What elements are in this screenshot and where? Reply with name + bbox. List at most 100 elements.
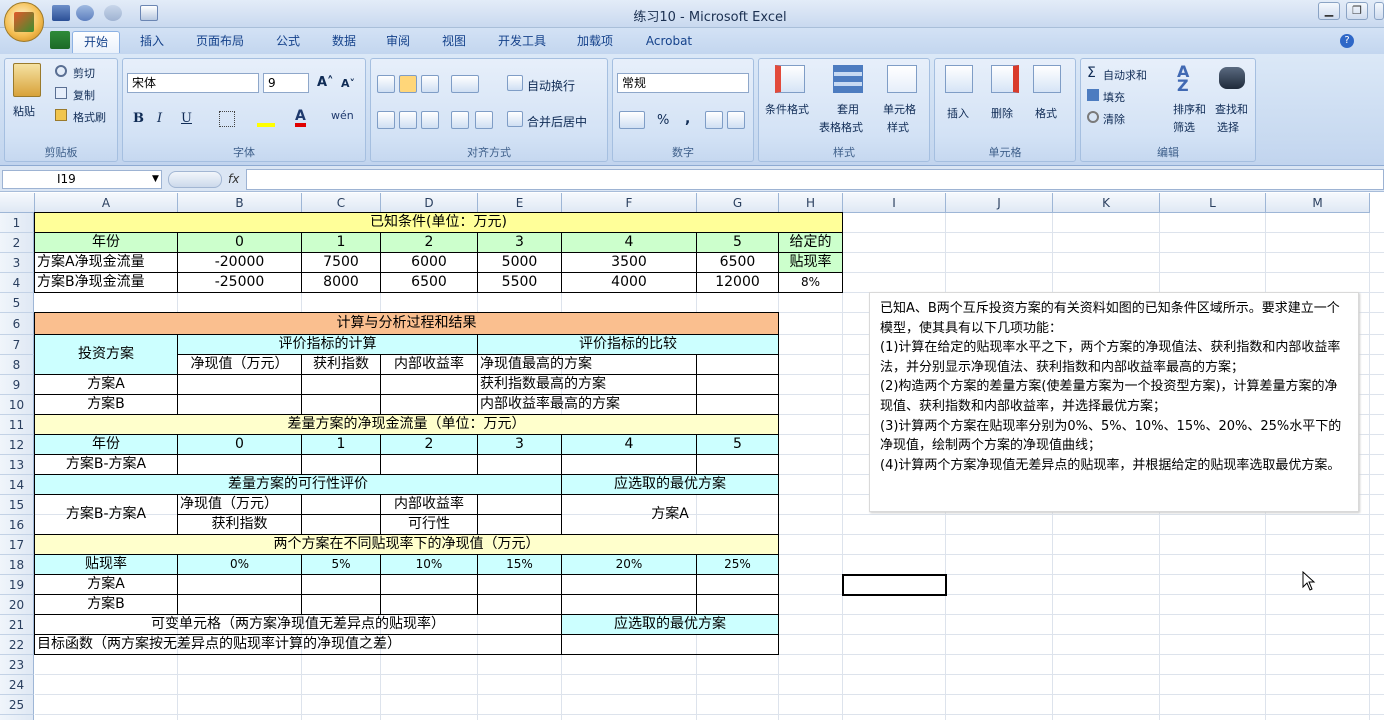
- differential-cashflow-title[interactable]: 差量方案的净现金流量（单位：万元）: [34, 414, 779, 435]
- print-preview-icon[interactable]: [140, 5, 158, 21]
- plan-b-cashflow-cell[interactable]: 8000: [301, 272, 381, 293]
- plan-a-cashflow-cell[interactable]: 6500: [696, 252, 779, 273]
- year-cell[interactable]: 4: [561, 232, 697, 253]
- year-label[interactable]: 年份: [34, 232, 178, 253]
- plan-a-cashflow-cell[interactable]: 6000: [380, 252, 478, 273]
- discount-rate-label[interactable]: 给定的: [778, 232, 843, 253]
- grow-font-icon[interactable]: A˄: [317, 75, 334, 90]
- npv-by-rate-title[interactable]: 两个方案在不同贴现率下的净现值（万元）: [34, 534, 779, 555]
- row-header[interactable]: 22: [0, 635, 34, 655]
- find-select-button[interactable]: 查找和: [1215, 101, 1248, 117]
- phonetic-icon[interactable]: wén: [331, 109, 354, 129]
- column-header[interactable]: C: [302, 193, 381, 213]
- orientation-icon[interactable]: [451, 75, 479, 93]
- row-header[interactable]: 17: [0, 535, 34, 555]
- decrease-decimal-icon[interactable]: [727, 111, 745, 129]
- sort-filter-button-2[interactable]: 筛选: [1173, 119, 1195, 135]
- delete-cells-button[interactable]: 删除: [991, 105, 1013, 121]
- insert-cells-button[interactable]: 插入: [947, 105, 969, 121]
- diff-cashflow-cell[interactable]: [477, 454, 562, 475]
- diff-npv-label[interactable]: 净现值（万元）: [177, 494, 302, 515]
- best-plan-header-2[interactable]: 应选取的最优方案: [561, 614, 779, 635]
- diff-plan-label-2[interactable]: 方案B-方案A: [34, 494, 178, 535]
- tab-review[interactable]: 审阅: [376, 31, 420, 53]
- shrink-font-icon[interactable]: A˅: [341, 77, 355, 90]
- format-as-table-button-2[interactable]: 表格格式: [819, 119, 863, 135]
- align-top-icon[interactable]: [377, 75, 395, 93]
- plan-b-cashflow-cell[interactable]: 4000: [561, 272, 697, 293]
- tab-home[interactable]: 开始: [72, 31, 120, 53]
- formula-bar-splitter[interactable]: [168, 171, 222, 188]
- tab-acrobat[interactable]: Acrobat: [636, 31, 702, 53]
- conditional-format-button[interactable]: 条件格式: [765, 101, 809, 117]
- best-pi-value[interactable]: [696, 374, 779, 395]
- diff-year-cell[interactable]: 1: [301, 434, 381, 455]
- font-color-icon[interactable]: A: [295, 109, 306, 127]
- formula-input[interactable]: [246, 169, 1384, 190]
- rate-plan-a-npv[interactable]: [380, 574, 478, 595]
- column-header[interactable]: A: [35, 193, 178, 213]
- clear-button[interactable]: 清除: [1103, 111, 1125, 127]
- row-header[interactable]: 23: [0, 655, 34, 675]
- row-header[interactable]: 6: [0, 313, 34, 335]
- row-header[interactable]: 9: [0, 375, 34, 395]
- rate-plan-b-label[interactable]: 方案B: [34, 594, 178, 615]
- autosum-button[interactable]: 自动求和: [1103, 67, 1147, 83]
- column-header[interactable]: G: [697, 193, 779, 213]
- plan-b-irr[interactable]: [380, 394, 478, 415]
- rate-cell[interactable]: 20%: [561, 554, 697, 575]
- select-all-corner[interactable]: [0, 193, 35, 213]
- pi-header[interactable]: 获利指数: [301, 354, 381, 375]
- diff-year-cell[interactable]: 3: [477, 434, 562, 455]
- column-header[interactable]: K: [1053, 193, 1160, 213]
- diff-year-cell[interactable]: 0: [177, 434, 302, 455]
- best-plan-header[interactable]: 应选取的最优方案: [561, 474, 779, 495]
- rate-cell[interactable]: 25%: [696, 554, 779, 575]
- name-box[interactable]: I19: [2, 170, 162, 189]
- row-header[interactable]: 8: [0, 355, 34, 375]
- row-header[interactable]: 26: [0, 715, 34, 720]
- objective-label[interactable]: 目标函数（两方案按无差异点的贴现率计算的净现值之差）: [34, 634, 562, 655]
- close-button[interactable]: [1374, 2, 1384, 20]
- italic-button[interactable]: I: [157, 111, 162, 126]
- diff-cashflow-cell[interactable]: [380, 454, 478, 475]
- indicator-calc-header[interactable]: 评价指标的计算: [177, 334, 478, 355]
- rate-cell[interactable]: 15%: [477, 554, 562, 575]
- discount-rate-value[interactable]: 8%: [778, 272, 843, 293]
- rate-plan-a-npv[interactable]: [477, 574, 562, 595]
- feasibility-title[interactable]: 差量方案的可行性评价: [34, 474, 562, 495]
- column-header[interactable]: L: [1160, 193, 1266, 213]
- merge-center-button[interactable]: 合并后居中: [527, 113, 587, 130]
- plan-a-cashflow-cell[interactable]: 7500: [301, 252, 381, 273]
- plan-b-pi[interactable]: [301, 394, 381, 415]
- rate-plan-b-npv[interactable]: [380, 594, 478, 615]
- plan-a-cashflow-cell[interactable]: 5000: [477, 252, 562, 273]
- rate-label[interactable]: 贴现率: [34, 554, 178, 575]
- rate-plan-a-npv[interactable]: [177, 574, 302, 595]
- bold-button[interactable]: B: [133, 111, 144, 126]
- rate-plan-a-npv[interactable]: [301, 574, 381, 595]
- diff-irr-value[interactable]: [477, 494, 562, 515]
- diff-year-cell[interactable]: 5: [696, 434, 779, 455]
- analysis-title[interactable]: 计算与分析过程和结果: [34, 312, 779, 335]
- percent-button[interactable]: %: [657, 113, 669, 128]
- tab-developer[interactable]: 开发工具: [488, 31, 556, 53]
- plan-a-pi[interactable]: [301, 374, 381, 395]
- year-cell[interactable]: 3: [477, 232, 562, 253]
- align-bottom-icon[interactable]: [421, 75, 439, 93]
- plan-a-cashflow-cell[interactable]: 3500: [561, 252, 697, 273]
- row-header[interactable]: 14: [0, 475, 34, 495]
- plan-b-cashflow-cell[interactable]: 6500: [380, 272, 478, 293]
- font-size-select[interactable]: 9: [263, 73, 309, 93]
- column-header[interactable]: H: [779, 193, 843, 213]
- row-header[interactable]: 24: [0, 675, 34, 695]
- column-header[interactable]: F: [562, 193, 697, 213]
- known-conditions-title[interactable]: 已知条件(单位：万元): [34, 212, 843, 233]
- paste-icon[interactable]: [13, 63, 41, 97]
- feasibility-value[interactable]: [477, 514, 562, 535]
- column-header[interactable]: D: [381, 193, 478, 213]
- best-plan-result[interactable]: 方案A: [561, 494, 779, 535]
- row-header[interactable]: 15: [0, 495, 34, 515]
- paste-button[interactable]: 粘贴: [13, 103, 35, 119]
- copy-button[interactable]: 复制: [73, 87, 95, 103]
